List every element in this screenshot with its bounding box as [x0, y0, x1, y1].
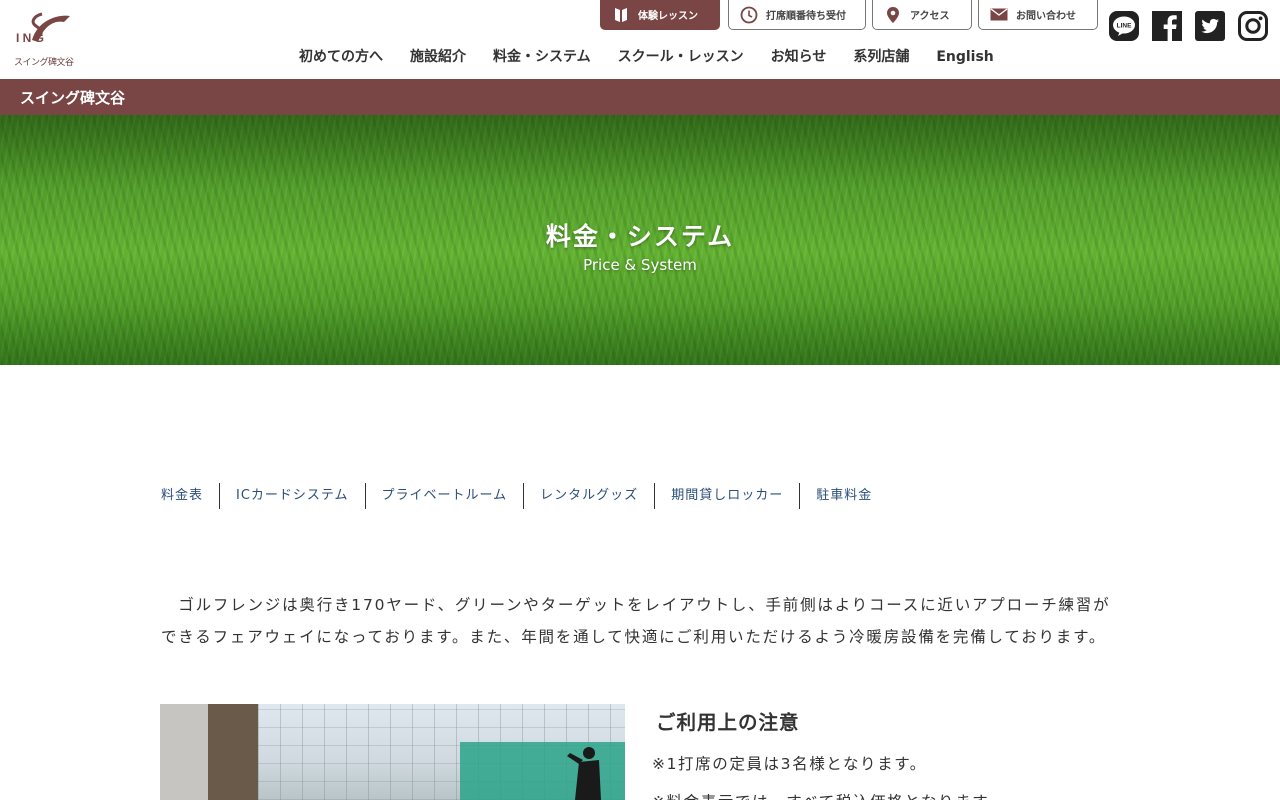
logo-letters: I N G — [16, 31, 44, 45]
golfer-figure — [567, 747, 601, 800]
logo-mark-icon: I N G — [16, 12, 70, 45]
page-title: 料金・システム — [545, 222, 735, 251]
clock-icon — [739, 5, 759, 25]
global-nav: 初めての方へ 施設紹介 料金・システム スクール・レッスン お知らせ 系列店舗 … — [299, 46, 994, 68]
logo-caption: スイング碑文谷 — [14, 58, 74, 68]
nav-item-news[interactable]: お知らせ — [771, 46, 827, 68]
anchor-price-table[interactable]: 料金表 — [161, 483, 219, 509]
instagram-icon[interactable] — [1238, 11, 1268, 41]
map-pin-icon — [883, 5, 903, 25]
anchor-rental-goods[interactable]: レンタルグッズ — [523, 483, 654, 509]
hero-banner: 料金・システム Price & System — [0, 115, 1280, 365]
intro-paragraph: ゴルフレンジは奥行き170ヤード、グリーンやターゲットをレイアウトし、手前側はよ… — [161, 596, 1111, 646]
trial-lesson-label: 体験レッスン — [638, 11, 698, 22]
nav-item-school-lesson[interactable]: スクール・レッスン — [618, 46, 744, 68]
contact-button[interactable]: お問い合わせ — [978, 0, 1098, 30]
usage-note: ※料金表示では、すべて税込価格となります。 — [652, 783, 1005, 800]
page-subtitle: Price & System — [583, 256, 697, 274]
site-logo[interactable]: I N G スイング碑文谷 — [14, 10, 76, 68]
access-button[interactable]: アクセス — [872, 0, 972, 30]
waitlist-label: 打席順番待ち受付 — [766, 11, 846, 22]
nav-item-affiliated-stores[interactable]: 系列店舗 — [853, 46, 909, 68]
nav-item-english[interactable]: English — [936, 46, 993, 68]
nav-item-price-system[interactable]: 料金・システム — [493, 46, 591, 68]
contact-label: お問い合わせ — [1016, 11, 1076, 22]
waitlist-button[interactable]: 打席順番待ち受付 — [728, 0, 866, 30]
anchor-ic-card-system[interactable]: ICカードシステム — [219, 483, 365, 509]
driving-range-photo — [160, 704, 625, 800]
access-label: アクセス — [910, 11, 950, 22]
anchor-private-room[interactable]: プライベートルーム — [364, 483, 524, 509]
usage-notes-list: ※1打席の定員は3名様となります。 ※料金表示では、すべて税込価格となります。 — [652, 745, 1005, 800]
book-icon — [611, 5, 631, 25]
anchor-parking-fee[interactable]: 駐車料金 — [799, 483, 888, 509]
store-name-bar: スイング碑文谷 — [0, 79, 1280, 115]
usage-note: ※1打席の定員は3名様となります。 — [652, 755, 927, 773]
line-icon[interactable]: LINE — [1109, 11, 1139, 41]
twitter-icon[interactable] — [1195, 11, 1225, 41]
anchor-locker-rental[interactable]: 期間貸しロッカー — [654, 483, 799, 509]
facebook-icon[interactable] — [1152, 11, 1182, 41]
usage-notes-title: ご利用上の注意 — [656, 711, 800, 734]
line-icon-text: LINE — [1117, 23, 1132, 30]
site-header: I N G スイング碑文谷 体験レッスン 打席順番待ち受付 アクセス お問い合わ… — [0, 0, 1280, 79]
trial-lesson-button[interactable]: 体験レッスン — [600, 0, 720, 30]
nav-item-facilities[interactable]: 施設紹介 — [410, 46, 466, 68]
nav-item-first-time[interactable]: 初めての方へ — [299, 46, 383, 68]
mail-icon — [989, 5, 1009, 25]
photo-door — [208, 704, 258, 800]
photo-wall — [160, 704, 208, 800]
store-name: スイング碑文谷 — [20, 89, 126, 107]
section-anchor-menu: 料金表 ICカードシステム プライベートルーム レンタルグッズ 期間貸しロッカー… — [161, 483, 888, 509]
